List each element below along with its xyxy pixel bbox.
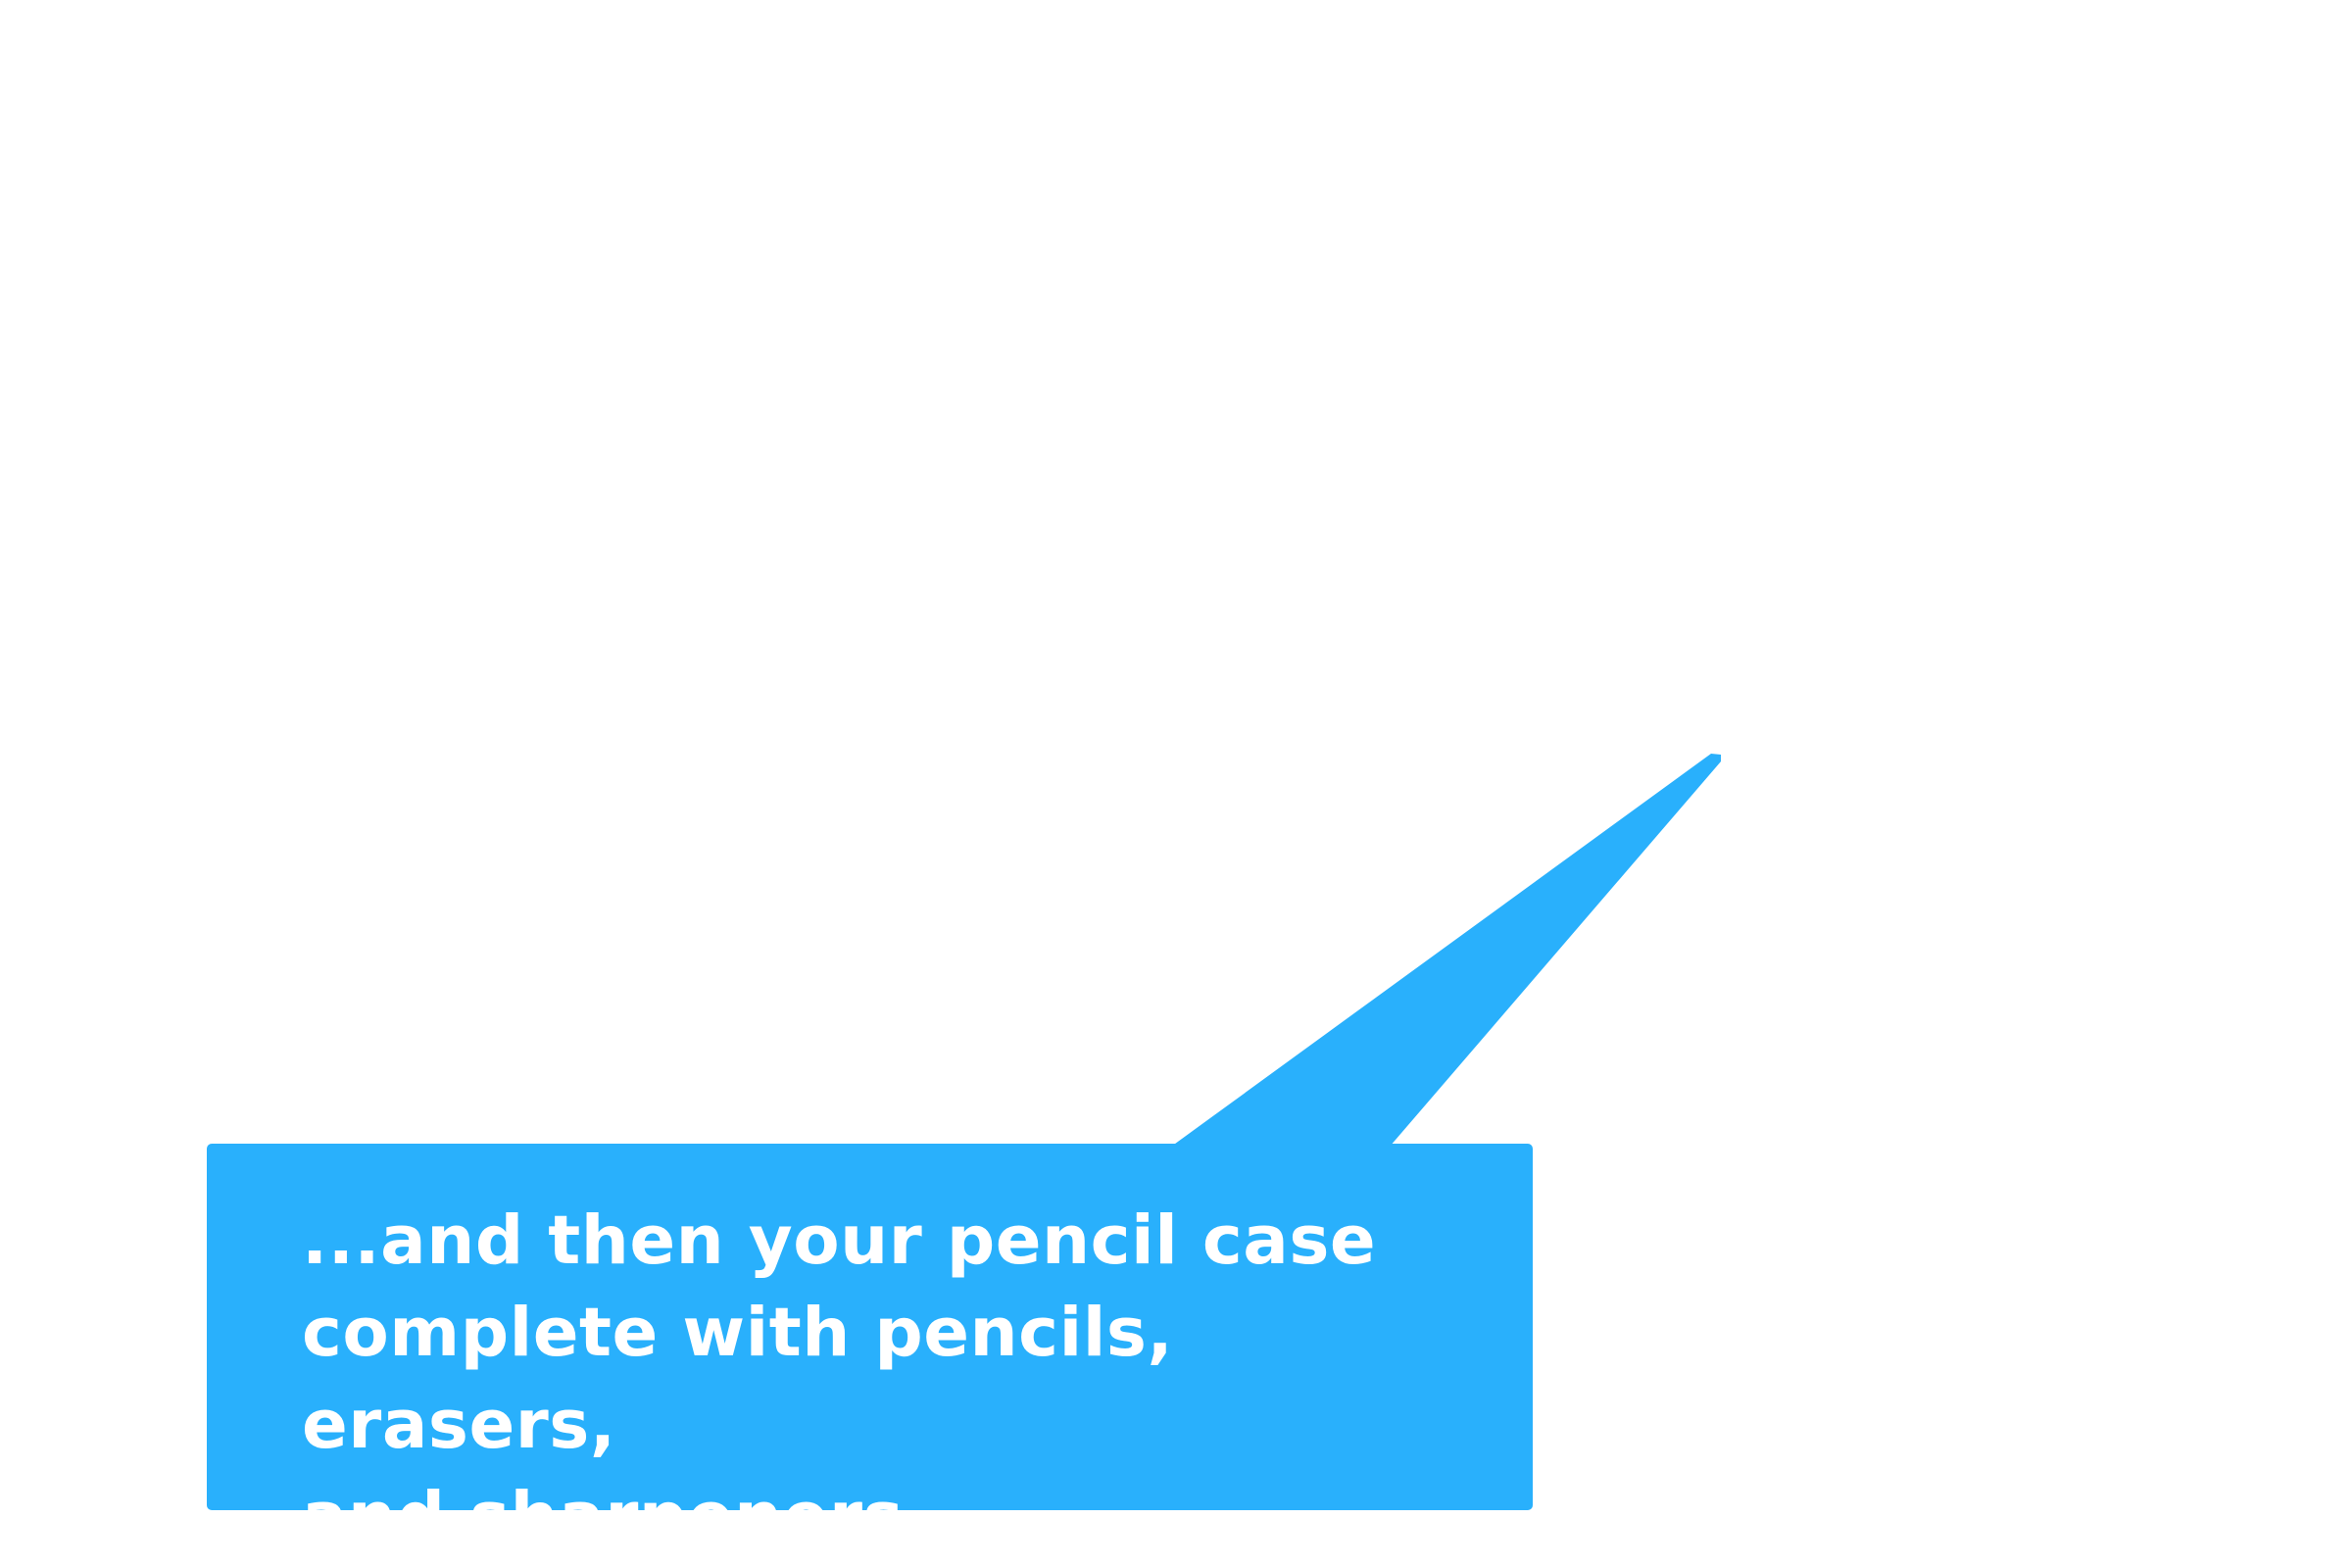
slide-canvas: ...and then your pencil case complete wi… (0, 0, 2352, 1568)
speech-bubble: ...and then your pencil case complete wi… (207, 1144, 1533, 1556)
speech-bubble-tail-shape (1171, 754, 1721, 1147)
speech-bubble-text: ...and then your pencil case complete wi… (302, 1201, 1377, 1556)
